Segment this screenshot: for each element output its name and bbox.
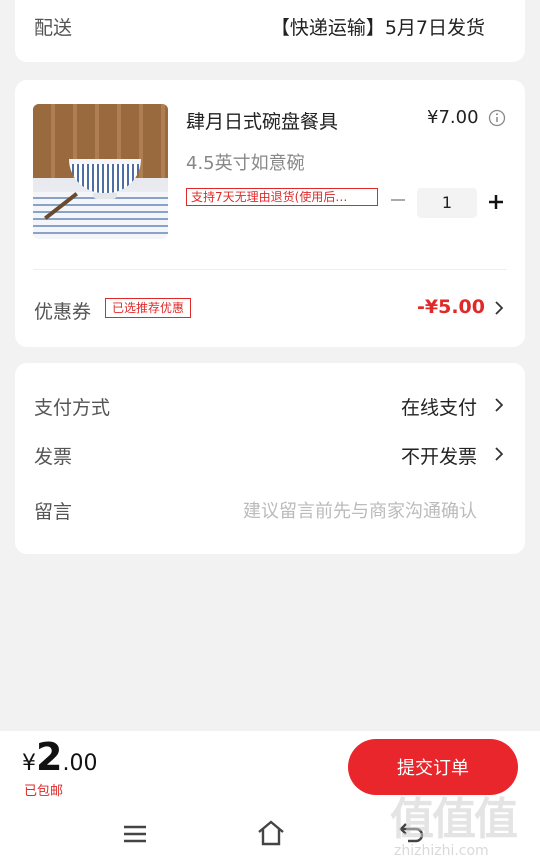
home-icon[interactable]	[256, 819, 286, 847]
chevron-right-icon	[495, 301, 503, 315]
return-policy-tag: 支持7天无理由退货(使用后…	[186, 188, 378, 206]
invoice-value: 不开发票	[400, 446, 477, 468]
payment-label: 支付方式	[34, 397, 111, 419]
delivery-card: 配送 【快递运输】5月7日发货	[15, 0, 525, 62]
message-label: 留言	[34, 501, 73, 523]
product-card: 肆月日式碗盘餐具 ¥7.00 4.5英寸如意碗 支持7天无理由退货(使用后… 1…	[15, 80, 525, 347]
divider	[33, 269, 507, 270]
price-decimal: .00	[62, 751, 98, 776]
quantity-increment-button[interactable]	[487, 193, 505, 211]
coupon-label: 优惠券	[34, 301, 92, 323]
options-card: 支付方式 在线支付 发票 不开发票 留言 建议留言前先与商家沟通确认	[15, 363, 525, 554]
quantity-decrement-button[interactable]	[389, 191, 407, 209]
coupon-amount: -¥5.00	[417, 296, 485, 318]
message-row: 留言 建议留言前先与商家沟通确认	[15, 489, 525, 529]
menu-icon[interactable]	[122, 823, 148, 845]
bottom-bar: ¥2.00 已包邮 提交订单 值值值 zhizhizhi.com	[0, 731, 540, 867]
invoice-row[interactable]: 发票 不开发票	[15, 434, 525, 474]
delivery-value: 【快递运输】5月7日发货	[270, 17, 485, 39]
chevron-right-icon	[495, 447, 503, 461]
total-price: ¥2.00	[22, 735, 97, 779]
product-image[interactable]	[33, 104, 168, 239]
product-spec: 4.5英寸如意碗	[186, 153, 305, 174]
message-input[interactable]: 建议留言前先与商家沟通确认	[243, 497, 477, 523]
chevron-right-icon	[495, 398, 503, 412]
coupon-row[interactable]: 优惠券 已选推荐优惠 -¥5.00	[15, 285, 525, 329]
product-price: ¥7.00	[427, 107, 479, 128]
invoice-label: 发票	[34, 446, 73, 468]
product-title[interactable]: 肆月日式碗盘餐具	[186, 107, 338, 134]
quantity-input[interactable]: 1	[417, 188, 477, 218]
delivery-label: 配送	[34, 17, 73, 39]
coupon-badge: 已选推荐优惠	[105, 298, 192, 318]
watermark: 值值值 zhizhizhi.com	[390, 783, 538, 867]
info-icon[interactable]	[488, 109, 506, 127]
payment-value: 在线支付	[400, 397, 477, 419]
watermark-url: zhizhizhi.com	[394, 843, 489, 859]
shipping-note: 已包邮	[24, 784, 64, 799]
price-integer: 2	[36, 735, 63, 779]
currency-symbol: ¥	[22, 751, 36, 776]
payment-method-row[interactable]: 支付方式 在线支付	[15, 385, 525, 425]
watermark-logo: 值值值	[390, 794, 518, 845]
